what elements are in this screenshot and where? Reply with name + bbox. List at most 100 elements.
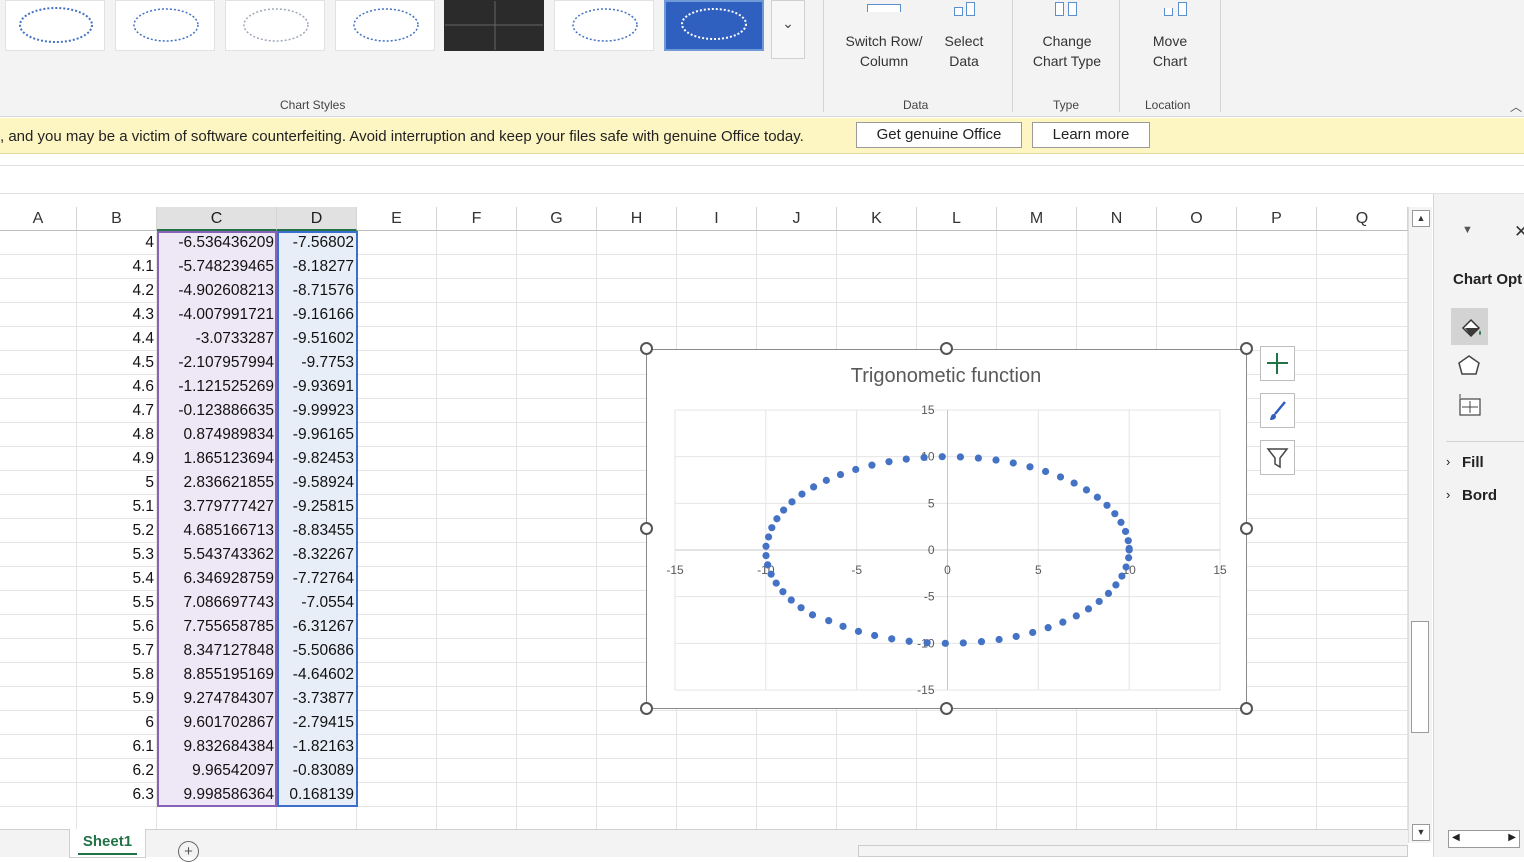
cell-d-row-10[interactable]: -9.58924 <box>277 471 357 495</box>
cell-b-row-11[interactable]: 5.1 <box>77 495 157 519</box>
cell-c-row-5[interactable]: -2.107957994 <box>157 351 277 375</box>
column-header-f[interactable]: F <box>437 207 517 231</box>
column-header-e[interactable]: E <box>357 207 437 231</box>
cell-c-row-15[interactable]: 7.086697743 <box>157 591 277 615</box>
select-data-button[interactable]: Select Data <box>938 0 990 90</box>
cell-c-row-4[interactable]: -3.0733287 <box>157 327 277 351</box>
cell-d-row-5[interactable]: -9.7753 <box>277 351 357 375</box>
scatter-chart[interactable]: Trigonometic function -15 -10 -5 0 5 10 15 15 10 5… <box>646 349 1247 709</box>
resize-handle[interactable] <box>640 342 653 355</box>
cell-d-row-11[interactable]: -9.25815 <box>277 495 357 519</box>
column-header-j[interactable]: J <box>757 207 837 231</box>
cell-c-row-6[interactable]: -1.121525269 <box>157 375 277 399</box>
column-header-n[interactable]: N <box>1077 207 1157 231</box>
cell-d-row-8[interactable]: -9.96165 <box>277 423 357 447</box>
cell-b-row-12[interactable]: 5.2 <box>77 519 157 543</box>
scroll-right-icon[interactable]: ▶ <box>1508 832 1516 843</box>
formula-bar[interactable] <box>0 165 1524 194</box>
cell-d-row-4[interactable]: -9.51602 <box>277 327 357 351</box>
cell-d-row-20[interactable]: -2.79415 <box>277 711 357 735</box>
chart-style-3-thumbnail[interactable] <box>225 0 325 51</box>
cell-c-row-13[interactable]: 5.543743362 <box>157 543 277 567</box>
vertical-scroll-thumb[interactable] <box>1411 621 1429 733</box>
cell-c-row-8[interactable]: 0.874989834 <box>157 423 277 447</box>
cell-d-row-1[interactable]: -8.18277 <box>277 255 357 279</box>
chevron-up-icon[interactable]: ︿ <box>1510 98 1522 115</box>
column-header-i[interactable]: I <box>677 207 757 231</box>
pane-options-chevron-icon[interactable]: ▼ <box>1462 224 1473 236</box>
cell-c-row-12[interactable]: 4.685166713 <box>157 519 277 543</box>
cell-c-row-1[interactable]: -5.748239465 <box>157 255 277 279</box>
cell-b-row-2[interactable]: 4.2 <box>77 279 157 303</box>
column-header-h[interactable]: H <box>597 207 677 231</box>
cell-b-row-10[interactable]: 5 <box>77 471 157 495</box>
cell-b-row-18[interactable]: 5.8 <box>77 663 157 687</box>
cell-d-row-12[interactable]: -8.83455 <box>277 519 357 543</box>
cell-d-row-2[interactable]: -8.71576 <box>277 279 357 303</box>
pane-scroll-controls[interactable]: ◀ ▶ <box>1448 830 1520 848</box>
cell-b-row-17[interactable]: 5.7 <box>77 639 157 663</box>
cell-c-row-21[interactable]: 9.832684384 <box>157 735 277 759</box>
cell-d-row-13[interactable]: -8.32267 <box>277 543 357 567</box>
cell-b-row-1[interactable]: 4.1 <box>77 255 157 279</box>
cell-d-row-7[interactable]: -9.99923 <box>277 399 357 423</box>
cell-d-row-15[interactable]: -7.0554 <box>277 591 357 615</box>
cell-d-row-3[interactable]: -9.16166 <box>277 303 357 327</box>
cell-d-row-6[interactable]: -9.93691 <box>277 375 357 399</box>
learn-more-button[interactable]: Learn more <box>1032 122 1150 148</box>
cell-c-row-0[interactable]: -6.536436209 <box>157 231 277 255</box>
scroll-down-icon[interactable]: ▼ <box>1412 824 1430 841</box>
cell-b-row-0[interactable]: 4 <box>77 231 157 255</box>
cell-b-row-22[interactable]: 6.2 <box>77 759 157 783</box>
cell-b-row-7[interactable]: 4.7 <box>77 399 157 423</box>
chart-style-4-thumbnail[interactable] <box>335 0 435 51</box>
cell-c-row-22[interactable]: 9.96542097 <box>157 759 277 783</box>
cell-b-row-15[interactable]: 5.5 <box>77 591 157 615</box>
column-header-c[interactable]: C <box>157 207 277 231</box>
column-header-q[interactable]: Q <box>1317 207 1408 231</box>
plus-circle-icon[interactable]: + <box>178 841 199 862</box>
fill-line-icon[interactable] <box>1451 308 1488 345</box>
cell-b-row-6[interactable]: 4.6 <box>77 375 157 399</box>
change-chart-type-button[interactable]: Change Chart Type <box>1025 0 1109 90</box>
size-properties-icon[interactable] <box>1451 387 1488 424</box>
cell-c-row-10[interactable]: 2.836621855 <box>157 471 277 495</box>
cell-c-row-23[interactable]: 9.998586364 <box>157 783 277 807</box>
column-header-o[interactable]: O <box>1157 207 1237 231</box>
cell-c-row-2[interactable]: -4.902608213 <box>157 279 277 303</box>
chart-style-1-thumbnail[interactable] <box>5 0 105 51</box>
column-header-m[interactable]: M <box>997 207 1077 231</box>
cell-b-row-4[interactable]: 4.4 <box>77 327 157 351</box>
cell-b-row-14[interactable]: 5.4 <box>77 567 157 591</box>
fill-section-toggle[interactable]: › Fill <box>1446 454 1484 471</box>
cell-c-row-17[interactable]: 8.347127848 <box>157 639 277 663</box>
chart-styles-button[interactable] <box>1260 393 1295 428</box>
cell-d-row-21[interactable]: -1.82163 <box>277 735 357 759</box>
vertical-scrollbar[interactable]: ▲ ▼ <box>1408 207 1432 843</box>
column-header-d[interactable]: D <box>277 207 357 231</box>
cell-d-row-14[interactable]: -7.72764 <box>277 567 357 591</box>
cell-d-row-18[interactable]: -4.64602 <box>277 663 357 687</box>
cell-b-row-3[interactable]: 4.3 <box>77 303 157 327</box>
chart-elements-button[interactable] <box>1260 346 1295 381</box>
cell-c-row-18[interactable]: 8.855195169 <box>157 663 277 687</box>
column-header-g[interactable]: G <box>517 207 597 231</box>
scroll-left-icon[interactable]: ◀ <box>1452 832 1460 843</box>
resize-handle[interactable] <box>940 342 953 355</box>
column-header-b[interactable]: B <box>77 207 157 231</box>
resize-handle[interactable] <box>1240 702 1253 715</box>
cell-b-row-23[interactable]: 6.3 <box>77 783 157 807</box>
cell-b-row-5[interactable]: 4.5 <box>77 351 157 375</box>
get-genuine-office-button[interactable]: Get genuine Office <box>856 122 1022 148</box>
cell-c-row-14[interactable]: 6.346928759 <box>157 567 277 591</box>
pane-title[interactable]: Chart Opt <box>1453 271 1522 288</box>
border-section-toggle[interactable]: › Bord <box>1446 487 1497 504</box>
chart-style-5-thumbnail[interactable] <box>444 0 544 51</box>
cell-d-row-22[interactable]: -0.83089 <box>277 759 357 783</box>
cell-b-row-19[interactable]: 5.9 <box>77 687 157 711</box>
chart-style-6-thumbnail[interactable] <box>554 0 654 51</box>
close-icon[interactable]: ✕ <box>1514 222 1524 242</box>
cell-b-row-16[interactable]: 5.6 <box>77 615 157 639</box>
cell-b-row-20[interactable]: 6 <box>77 711 157 735</box>
cell-d-row-0[interactable]: -7.56802 <box>277 231 357 255</box>
